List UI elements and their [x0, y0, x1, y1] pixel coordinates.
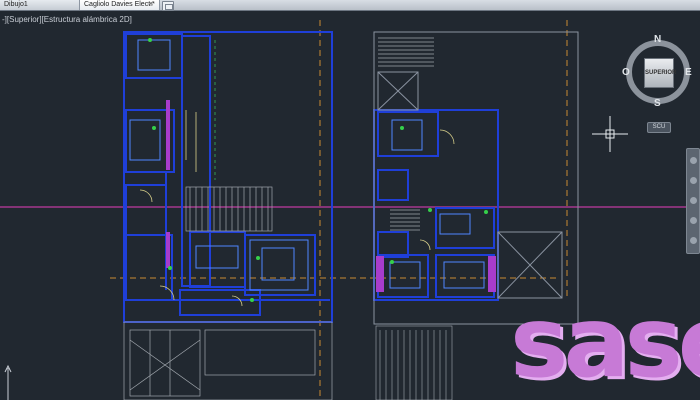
compass-west[interactable]: O [622, 67, 630, 78]
compass-east[interactable]: E [685, 67, 692, 78]
compass-north[interactable]: N [654, 34, 661, 45]
floor-plan-right [373, 109, 499, 301]
sase-logo: sase [510, 293, 700, 393]
stairs-left [185, 186, 273, 232]
showmotion-icon[interactable] [690, 237, 697, 244]
garage-left [123, 321, 333, 400]
tab-cagliolo-davies[interactable]: Cagliolo Davies Elect.* ✕ [80, 0, 160, 10]
tab-dibujo1[interactable]: Dibujo1 [0, 0, 80, 10]
ucs-dropdown[interactable]: SCU [647, 122, 671, 133]
floor-plan-right-outline [373, 31, 579, 325]
navigation-bar[interactable] [686, 148, 700, 254]
pan-icon[interactable] [690, 177, 697, 184]
close-icon[interactable]: ✕ [148, 0, 154, 10]
stairs-right-mid [390, 209, 420, 231]
steering-wheel-icon[interactable] [690, 157, 697, 164]
compass-south[interactable]: S [654, 98, 661, 109]
terrace-right [375, 325, 453, 400]
stairs-right-top [378, 37, 434, 67]
new-tab-icon[interactable] [162, 1, 174, 11]
viewcube[interactable]: SUPERIOR N S E O [622, 34, 694, 109]
zoom-icon[interactable] [690, 197, 697, 204]
document-tab-bar: Dibujo1 Cagliolo Davies Elect.* ✕ [0, 0, 700, 11]
tab-label: Dibujo1 [4, 1, 28, 8]
tab-label: Cagliolo Davies Elect.* [84, 1, 155, 8]
crosshair-cursor [592, 116, 628, 152]
viewcube-face[interactable]: SUPERIOR [644, 58, 676, 88]
orbit-icon[interactable] [690, 217, 697, 224]
ucs-icon [4, 364, 12, 400]
